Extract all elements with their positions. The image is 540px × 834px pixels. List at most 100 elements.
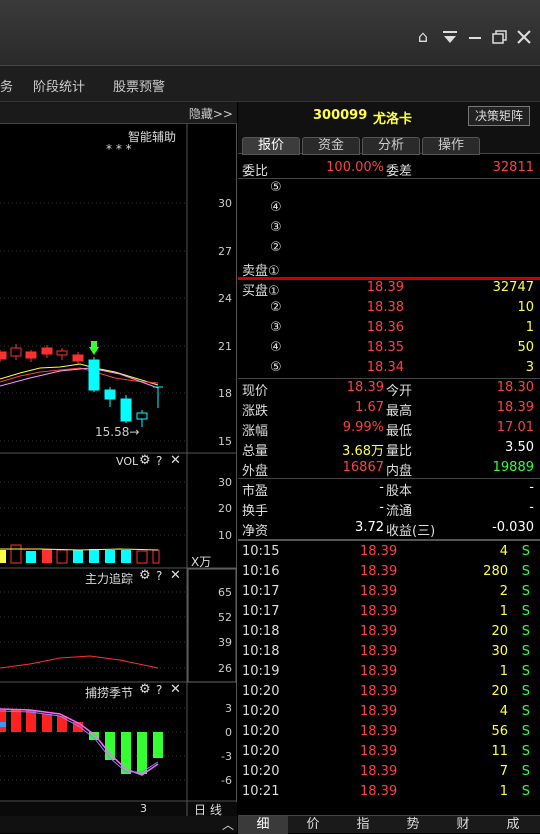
tick-row[interactable]: 10:19 18.39 1 S	[238, 662, 540, 682]
close-icon[interactable]	[515, 28, 533, 46]
tick-price: 18.39	[360, 744, 398, 759]
sell-row[interactable]: 卖盘①	[238, 258, 540, 279]
tick-time: 10:20	[242, 764, 280, 779]
tick-side: S	[521, 624, 530, 639]
price-axis-label: 24	[218, 292, 232, 305]
period-label[interactable]: 日 线	[194, 801, 222, 818]
gear-icon[interactable]: ⚙	[139, 453, 151, 468]
restore-icon[interactable]	[491, 28, 509, 46]
tick-side: S	[521, 684, 530, 699]
tick-side: S	[521, 704, 530, 719]
tick-side: S	[521, 544, 530, 559]
tab-deal[interactable]: 成	[488, 816, 538, 834]
tick-price: 18.39	[360, 604, 398, 619]
tick-price: 18.39	[360, 644, 398, 659]
gear-icon[interactable]: ⚙	[139, 682, 151, 697]
home-icon[interactable]: ⌂	[414, 28, 432, 46]
tick-side: S	[521, 784, 530, 799]
buy-row[interactable]: ② 18.38 10	[238, 298, 540, 318]
help-icon[interactable]: ?	[156, 569, 162, 583]
help-icon[interactable]: ?	[156, 454, 162, 468]
price-axis-label: 18	[218, 387, 232, 400]
dropdown-icon[interactable]	[441, 28, 459, 46]
help-icon[interactable]: ?	[156, 683, 162, 697]
bottom-number: 3	[140, 802, 147, 815]
tick-time: 10:17	[242, 604, 280, 619]
season-axis-label: 3	[225, 702, 232, 715]
tab-trend[interactable]: 势	[388, 816, 438, 834]
close-icon[interactable]: ✕	[170, 453, 181, 468]
tick-volume: 7	[499, 764, 508, 779]
minimize-icon[interactable]	[466, 28, 484, 46]
tab-detail[interactable]: 细	[238, 816, 288, 834]
price-axis-label: 27	[218, 245, 232, 258]
tick-time: 10:18	[242, 624, 280, 639]
tick-time: 10:18	[242, 644, 280, 659]
gear-icon[interactable]: ⚙	[139, 568, 151, 583]
close-icon[interactable]: ✕	[170, 682, 181, 697]
buy-row[interactable]: ③ 18.36 1	[238, 318, 540, 338]
tab-analysis[interactable]: 分析	[362, 137, 420, 155]
tick-volume: 1	[499, 664, 508, 679]
tick-row[interactable]: 10:15 18.39 4 S	[238, 542, 540, 562]
scroll-up-icon[interactable]: ︿	[222, 816, 234, 833]
tick-volume: 30	[491, 644, 508, 659]
tick-time: 10:16	[242, 564, 280, 579]
tab-operation[interactable]: 操作	[422, 137, 480, 155]
menu-item-stage-stats[interactable]: 阶段统计	[33, 76, 85, 95]
decision-matrix-button[interactable]: 决策矩阵	[468, 106, 530, 126]
track-axis-label: 52	[218, 611, 232, 624]
buy-row[interactable]: 买盘① 18.39 32747	[238, 278, 540, 299]
tick-price: 18.39	[360, 544, 398, 559]
tick-row[interactable]: 10:17 18.39 1 S	[238, 602, 540, 622]
tick-row[interactable]: 10:16 18.39 280 S	[238, 562, 540, 582]
track-axis-label: 39	[218, 636, 232, 649]
sell-row[interactable]: ②	[238, 238, 540, 258]
tick-row[interactable]: 10:20 18.39 4 S	[238, 702, 540, 722]
tick-row[interactable]: 10:18 18.39 20 S	[238, 622, 540, 642]
bottom-tab-bar: 细 价 指 势 财 成	[238, 815, 540, 834]
tab-funds[interactable]: 资金	[302, 137, 360, 155]
tick-price: 18.39	[360, 564, 398, 579]
tab-quote[interactable]: 报价	[242, 137, 300, 155]
tab-finance[interactable]: 财	[438, 816, 488, 834]
vol-axis-label: 20	[218, 502, 232, 515]
tick-row[interactable]: 10:20 18.39 11 S	[238, 742, 540, 762]
tick-time: 10:19	[242, 664, 280, 679]
tick-side: S	[521, 564, 530, 579]
season-axis-label: -6	[221, 774, 232, 787]
order-ratio-row: 委比 100.00% 委差 32811	[242, 160, 534, 179]
sell-row[interactable]: ④	[238, 198, 540, 218]
stats-row: 总量 3.68万 量比 3.50	[242, 440, 534, 459]
tick-side: S	[521, 604, 530, 619]
fundamental-row: 换手 - 流通 -	[242, 500, 534, 519]
tick-price: 18.39	[360, 764, 398, 779]
tick-row[interactable]: 10:21 18.39 1 S	[238, 782, 540, 802]
tab-index[interactable]: 指	[338, 816, 388, 834]
close-icon[interactable]: ✕	[170, 568, 181, 583]
stock-code: 300099	[313, 108, 368, 123]
chart-pane: 隐藏>> 智能辅助 * * * 30 27 24 21 18 15 15.58→…	[0, 102, 237, 833]
low-marker: 15.58→	[95, 425, 140, 439]
tick-time: 10:21	[242, 784, 280, 799]
tab-price[interactable]: 价	[288, 816, 338, 834]
sell-row[interactable]: ⑤	[238, 178, 540, 198]
menu-item-stock-alert[interactable]: 股票预警	[113, 76, 165, 95]
quote-pane: 300099 尤洛卡 决策矩阵 报价 资金 分析 操作 委比 100.00% 委…	[238, 102, 540, 834]
tick-time: 10:20	[242, 744, 280, 759]
sell-row[interactable]: ③	[238, 218, 540, 238]
vol-axis-label: 30	[218, 476, 232, 489]
tick-side: S	[521, 744, 530, 759]
buy-row[interactable]: ④ 18.35 50	[238, 338, 540, 358]
tick-row[interactable]: 10:20 18.39 7 S	[238, 762, 540, 782]
tick-price: 18.39	[360, 784, 398, 799]
tick-row[interactable]: 10:20 18.39 56 S	[238, 722, 540, 742]
tick-price: 18.39	[360, 584, 398, 599]
tick-row[interactable]: 10:17 18.39 2 S	[238, 582, 540, 602]
tick-row[interactable]: 10:18 18.39 30 S	[238, 642, 540, 662]
tick-row[interactable]: 10:20 18.39 20 S	[238, 682, 540, 702]
track-axis-label: 65	[218, 586, 232, 599]
tick-volume: 1	[499, 604, 508, 619]
menu-item-partial[interactable]: 务	[0, 76, 13, 95]
buy-row[interactable]: ⑤ 18.34 3	[238, 358, 540, 378]
